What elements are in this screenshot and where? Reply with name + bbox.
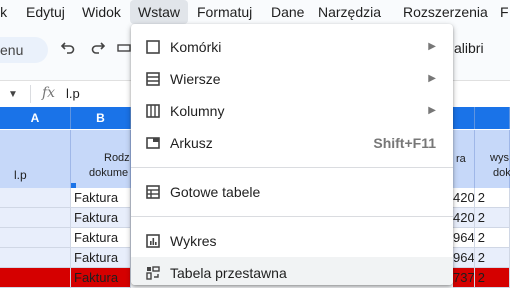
header-text: ra bbox=[456, 153, 466, 165]
menu-bar: ik Edytuj Widok Wstaw Formatuj Dane Narz… bbox=[0, 0, 510, 26]
divider bbox=[30, 85, 31, 103]
menu-item-cells[interactable]: Komórki ▶ bbox=[131, 31, 453, 63]
cell[interactable]: 737 bbox=[453, 268, 475, 288]
menu-view[interactable]: Widok bbox=[82, 0, 121, 24]
column-header-a[interactable]: A bbox=[0, 107, 71, 129]
menu-item-label: Wykres bbox=[170, 233, 217, 249]
cell[interactable]: 420 bbox=[453, 188, 475, 208]
redo-icon[interactable] bbox=[88, 39, 108, 59]
cell[interactable]: 2 bbox=[475, 268, 510, 288]
cell[interactable]: 2 bbox=[475, 248, 510, 268]
menu-search-input[interactable]: enu bbox=[0, 37, 48, 63]
name-box-dropdown-icon[interactable]: ▼ bbox=[8, 89, 18, 100]
menu-item-label: Arkusz bbox=[170, 135, 213, 151]
formula-input[interactable]: l.p bbox=[66, 86, 80, 101]
cell[interactable]: 2 bbox=[475, 208, 510, 228]
header-text: l.p bbox=[14, 168, 27, 182]
cell[interactable]: Faktura bbox=[71, 268, 131, 288]
cells-icon bbox=[145, 39, 161, 55]
menu-format[interactable]: Formatuj bbox=[197, 0, 252, 24]
cell[interactable]: 964 bbox=[453, 248, 475, 268]
table-icon bbox=[145, 184, 161, 200]
submenu-arrow-icon: ▶ bbox=[428, 41, 436, 52]
cell[interactable]: 2 bbox=[475, 228, 510, 248]
cell[interactable]: 420 bbox=[453, 208, 475, 228]
menu-item-ready-tables[interactable]: Gotowe tabele bbox=[131, 176, 453, 208]
font-selector[interactable]: alibri bbox=[454, 40, 484, 56]
menu-item-label: Wiersze bbox=[170, 71, 221, 87]
header-text: wys bbox=[490, 152, 509, 164]
cell[interactable] bbox=[0, 188, 71, 208]
menu-item-columns[interactable]: Kolumny ▶ bbox=[131, 95, 453, 127]
columns-icon bbox=[145, 103, 161, 119]
header-text: dok bbox=[493, 167, 510, 179]
header-text: Rodz bbox=[104, 152, 130, 164]
menu-item-shortcut: Shift+F11 bbox=[373, 135, 436, 151]
cell[interactable] bbox=[0, 208, 71, 228]
menu-item-pivot-table[interactable]: Tabela przestawna bbox=[131, 257, 453, 285]
rows-icon bbox=[145, 71, 161, 87]
header-cell-a[interactable]: l.p bbox=[0, 130, 71, 188]
menu-item-sheet[interactable]: Arkusz Shift+F11 bbox=[131, 127, 453, 159]
menu-item-chart[interactable]: Wykres bbox=[131, 225, 453, 257]
header-cell[interactable]: ra bbox=[453, 130, 475, 188]
header-text: dokume bbox=[89, 167, 129, 179]
menu-item-rows[interactable]: Wiersze ▶ bbox=[131, 63, 453, 95]
menu-item-label: Gotowe tabele bbox=[170, 184, 261, 200]
cell[interactable]: Faktura bbox=[71, 228, 131, 248]
menu-help[interactable]: F bbox=[500, 0, 509, 24]
header-cell-b[interactable]: Rodz dokume bbox=[71, 130, 131, 188]
cell[interactable]: 964 bbox=[453, 228, 475, 248]
cell[interactable]: 2 bbox=[475, 188, 510, 208]
chart-icon bbox=[145, 233, 161, 249]
menu-item-label: Tabela przestawna bbox=[170, 265, 287, 281]
header-cell[interactable]: wys dok bbox=[475, 130, 510, 188]
sheet-icon bbox=[145, 135, 161, 151]
undo-icon[interactable] bbox=[58, 39, 78, 59]
insert-menu-dropdown: Komórki ▶ Wiersze ▶ Kolumny ▶ Arkusz Shi… bbox=[131, 24, 453, 285]
cell[interactable]: Faktura bbox=[71, 188, 131, 208]
menu-extensions[interactable]: Rozszerzenia bbox=[403, 0, 488, 24]
menu-item-label: Komórki bbox=[170, 39, 222, 55]
cell[interactable] bbox=[0, 248, 71, 268]
cell[interactable]: Faktura bbox=[71, 248, 131, 268]
menu-file[interactable]: ik bbox=[0, 0, 7, 24]
menu-insert[interactable]: Wstaw bbox=[130, 0, 188, 24]
column-header[interactable] bbox=[453, 107, 475, 129]
cell[interactable]: Faktura bbox=[71, 208, 131, 228]
submenu-arrow-icon: ▶ bbox=[428, 73, 436, 84]
column-header[interactable] bbox=[475, 107, 510, 129]
menu-data[interactable]: Dane bbox=[271, 0, 304, 24]
column-header-b[interactable]: B bbox=[71, 107, 131, 129]
pivot-table-icon bbox=[145, 265, 161, 281]
cell[interactable] bbox=[0, 228, 71, 248]
menu-separator bbox=[131, 167, 453, 168]
menu-edit[interactable]: Edytuj bbox=[26, 0, 65, 24]
submenu-arrow-icon: ▶ bbox=[428, 105, 436, 116]
cell[interactable] bbox=[0, 268, 71, 288]
menu-tools[interactable]: Narzędzia bbox=[318, 0, 381, 24]
menu-item-label: Kolumny bbox=[170, 103, 225, 119]
fx-icon: fx bbox=[42, 85, 56, 101]
menu-separator bbox=[131, 216, 453, 217]
